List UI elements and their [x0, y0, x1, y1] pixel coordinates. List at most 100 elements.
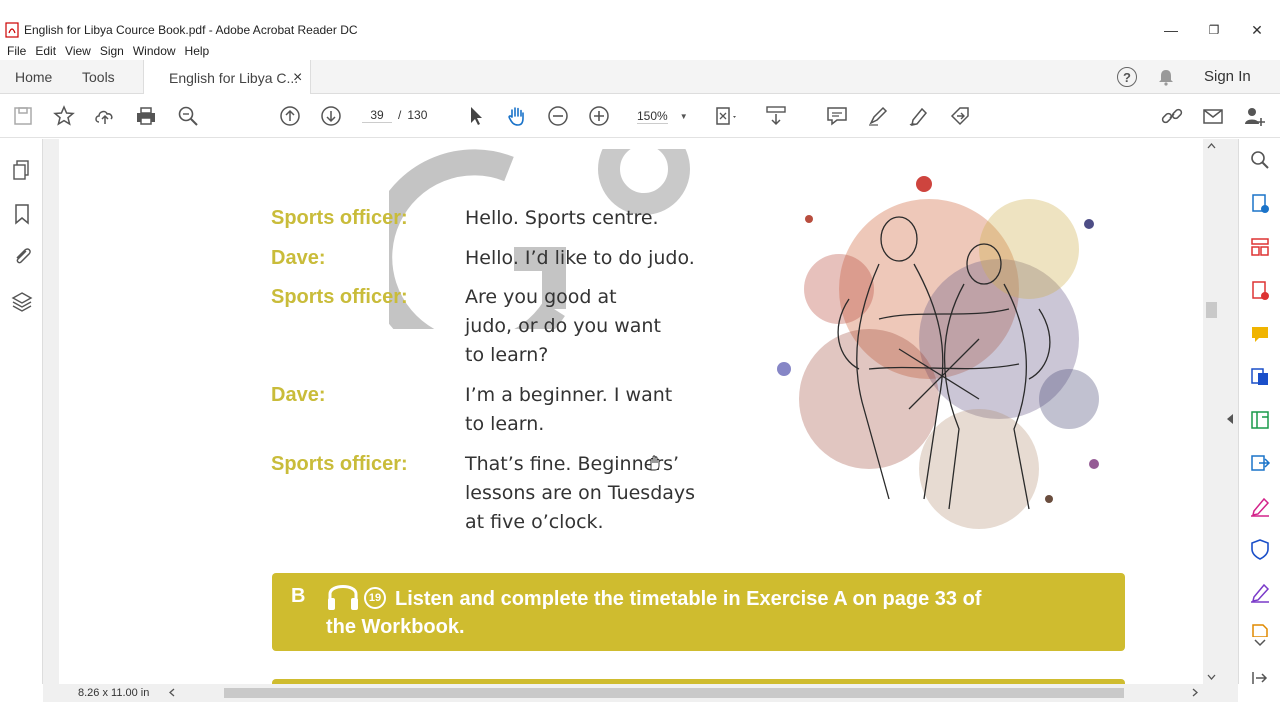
share-icon[interactable] [948, 104, 972, 128]
exercise-instruction-line2: the Workbook. [326, 616, 465, 638]
attachment-icon[interactable] [11, 245, 33, 267]
highlight-pen-icon[interactable] [866, 104, 890, 128]
previous-page-icon[interactable] [278, 104, 302, 128]
vertical-scrollbar[interactable] [1203, 139, 1220, 684]
comment-tool-icon[interactable] [1249, 323, 1271, 345]
sign-in-button[interactable]: Sign In [1204, 68, 1251, 85]
dialogue-line: judo, or do you want [465, 315, 661, 337]
scroll-right-icon[interactable] [1192, 688, 1198, 697]
organize-pages-icon[interactable] [1249, 236, 1271, 258]
tab-tools[interactable]: Tools [82, 60, 115, 94]
create-pdf-icon[interactable] [1249, 280, 1271, 302]
status-bar: 8.26 x 11.00 in [43, 684, 1238, 702]
hand-cursor-icon [650, 455, 660, 471]
speaker-label: Sports officer: [271, 286, 408, 308]
scroll-down-icon[interactable] [1207, 674, 1216, 680]
window-title: English for Libya Cource Book.pdf - Adob… [24, 23, 358, 37]
pdf-page[interactable]: Sports officer: Hello. Sports centre. Da… [59, 139, 1203, 684]
toolbar: 39 / 130 150% ▼ [0, 94, 1280, 138]
tab-home[interactable]: Home [15, 60, 52, 94]
page-thumbnails-icon[interactable] [11, 159, 33, 181]
judo-illustration [777, 176, 1099, 529]
comment-icon[interactable] [825, 104, 849, 128]
menu-file[interactable]: File [7, 44, 26, 58]
right-tools-pane [1227, 139, 1280, 685]
scroll-mode-icon[interactable] [764, 104, 788, 128]
help-icon[interactable]: ? [1117, 67, 1137, 87]
left-nav-pane [0, 139, 53, 684]
menu-edit[interactable]: Edit [35, 44, 56, 58]
select-cursor-icon[interactable] [464, 104, 488, 128]
exercise-instruction-line1: Listen and complete the timetable in Exe… [395, 588, 982, 610]
chevron-down-icon: ▼ [679, 111, 688, 121]
tab-document[interactable]: English for Libya C... × [143, 60, 311, 95]
cloud-upload-icon[interactable] [93, 104, 117, 128]
restore-button[interactable]: ❐ [1192, 18, 1236, 42]
add-user-icon[interactable] [1242, 104, 1266, 128]
zoom-value: 150% [637, 108, 668, 124]
dialogue-line: I’m a beginner. I want [465, 384, 673, 406]
certificates-pen-icon[interactable] [1249, 581, 1271, 603]
page-navigator: 39 / 130 [362, 104, 427, 126]
title-bar: English for Libya Cource Book.pdf - Adob… [0, 18, 1280, 42]
tab-bar: Home Tools English for Libya C... × ? Si… [0, 60, 1280, 95]
layers-icon[interactable] [11, 291, 33, 313]
minimize-button[interactable]: — [1149, 18, 1193, 42]
print-icon[interactable] [134, 104, 158, 128]
pdf-file-icon [5, 22, 19, 38]
bell-icon[interactable] [1157, 68, 1175, 86]
menu-bar: File Edit View Sign Window Help [0, 42, 1280, 60]
page-separator: / [398, 108, 402, 122]
menu-view[interactable]: View [65, 44, 91, 58]
dialogue-line: lessons are on Tuesdays [465, 482, 696, 504]
dialogue-line: to learn? [465, 344, 549, 366]
page-total: 130 [407, 108, 428, 122]
track-number-badge: 19 [364, 587, 386, 609]
menu-help[interactable]: Help [185, 44, 210, 58]
zoom-search-icon[interactable] [176, 104, 200, 128]
tab-document-label: English for Libya C... [169, 69, 299, 86]
horizontal-scroll-thumb[interactable] [224, 688, 1124, 698]
speaker-label: Sports officer: [271, 207, 408, 229]
star-icon[interactable] [52, 104, 76, 128]
speaker-label: Sports officer: [271, 453, 408, 475]
combine-files-icon[interactable] [1249, 366, 1271, 388]
more-tools-partial-icon[interactable] [1249, 623, 1271, 637]
zoom-in-icon[interactable] [587, 104, 611, 128]
link-icon[interactable] [1160, 104, 1184, 128]
page-size-label: 8.26 x 11.00 in [78, 687, 150, 699]
collapse-right-pane-icon[interactable] [1226, 413, 1234, 425]
sign-pen-icon[interactable] [907, 104, 931, 128]
scroll-up-icon[interactable] [1207, 143, 1216, 149]
save-icon[interactable] [11, 104, 35, 128]
search-icon[interactable] [1249, 149, 1271, 171]
scroll-left-icon[interactable] [169, 688, 175, 697]
acrobat-window: English for Libya Cource Book.pdf - Adob… [0, 0, 1280, 720]
dialogue-line: to learn. [465, 413, 545, 435]
dialogue-line: Hello. Sports centre. [465, 207, 659, 229]
zoom-select[interactable]: 150% ▼ [630, 106, 690, 126]
fill-sign-icon[interactable] [1249, 495, 1271, 517]
export-pdf-icon[interactable] [1249, 193, 1271, 215]
fit-page-icon[interactable] [712, 104, 736, 128]
menu-window[interactable]: Window [133, 44, 176, 58]
menu-sign[interactable]: Sign [100, 44, 124, 58]
bookmark-icon[interactable] [11, 203, 33, 225]
vertical-scroll-thumb[interactable] [1206, 302, 1217, 318]
speaker-label: Dave: [271, 247, 326, 269]
collapse-tools-icon[interactable] [1252, 671, 1268, 685]
chevron-down-icon[interactable] [1254, 639, 1266, 647]
dialogue-line: at five o’clock. [465, 511, 604, 533]
close-tab-icon[interactable]: × [293, 69, 302, 87]
edit-pdf-icon[interactable] [1249, 409, 1271, 431]
page-number-input[interactable]: 39 [362, 108, 392, 123]
send-for-review-icon[interactable] [1249, 452, 1271, 474]
headphones-icon [328, 585, 358, 610]
hand-tool-icon[interactable] [505, 104, 529, 128]
zoom-out-icon[interactable] [546, 104, 570, 128]
close-window-button[interactable]: ✕ [1235, 18, 1279, 42]
next-page-icon[interactable] [319, 104, 343, 128]
email-icon[interactable] [1201, 104, 1225, 128]
protect-shield-icon[interactable] [1249, 538, 1271, 560]
exercise-letter: B [291, 585, 306, 607]
